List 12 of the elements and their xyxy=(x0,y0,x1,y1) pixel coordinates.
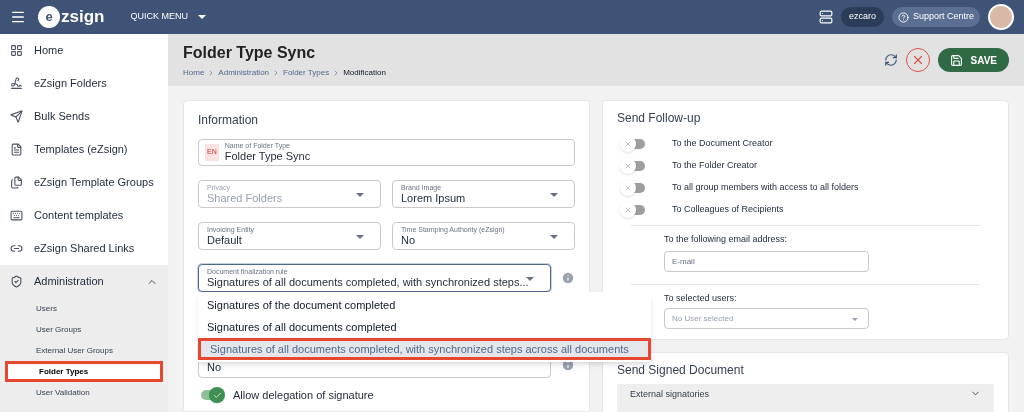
toggle-label: To the Document Creator xyxy=(672,137,773,151)
card-title: Send Signed Document xyxy=(617,362,745,379)
logo: e zsign xyxy=(38,4,105,30)
toggle-label: To all group members with access to all folders xyxy=(672,181,859,195)
card-title: Send Follow-up xyxy=(617,110,702,127)
field-label: To the following email address: xyxy=(664,233,789,246)
page-title: Folder Type Sync xyxy=(183,43,317,63)
field-label: To selected users: xyxy=(664,291,738,305)
toggle-label: To the Folder Creator xyxy=(672,159,758,173)
toggle-label: To Colleagues of Recipients xyxy=(672,203,784,217)
card-title: Information xyxy=(198,112,260,129)
toggle-label: Allow delegation of signature xyxy=(233,388,374,403)
